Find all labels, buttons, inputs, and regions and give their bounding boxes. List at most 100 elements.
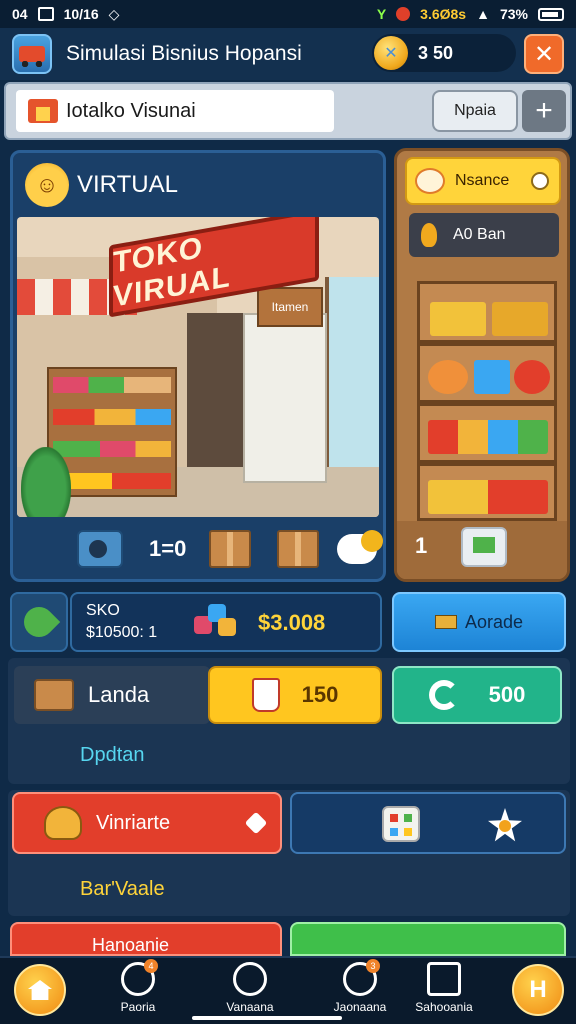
- wallet-icon: [34, 679, 74, 711]
- refresh-button[interactable]: 500: [392, 666, 562, 724]
- dice-icon: [382, 806, 420, 842]
- heart-icon: [244, 811, 268, 835]
- bar-icon: [434, 615, 457, 629]
- side-shop-panel[interactable]: Nsance A0 Ban 1: [394, 148, 570, 582]
- upgrade-label: Aorade: [464, 611, 524, 632]
- machine-slot[interactable]: [77, 527, 123, 571]
- revenue-box: SKO $10500: 1 $3.008: [70, 592, 382, 652]
- cup-icon: [251, 678, 280, 712]
- store-footer: 1=0: [13, 523, 383, 579]
- nav-item-2[interactable]: Vanaana: [210, 962, 290, 1014]
- status-left-text: 04: [12, 6, 28, 22]
- box-icon: [209, 530, 251, 568]
- taco-icon: [44, 806, 82, 840]
- revenue-value: $3.008: [258, 610, 326, 635]
- box-slot-2[interactable]: [277, 527, 319, 571]
- store-scene[interactable]: Itamen TOKO VIRUAL: [17, 217, 379, 517]
- store-door: [187, 313, 247, 493]
- status-bar: 04 10/16 ◇ Y 3.6Ø8s ▲ 73%: [0, 0, 576, 28]
- menu-button[interactable]: H: [512, 964, 564, 1016]
- value-link[interactable]: Bar'Vaale: [80, 878, 165, 901]
- nav-item-3[interactable]: 3 Jaonaana: [320, 959, 400, 1014]
- search-value: Iotalko Visunai: [66, 99, 196, 122]
- revenue-label: SKO: [86, 602, 120, 619]
- clock-icon: 3: [343, 959, 380, 996]
- check-icon: [531, 172, 549, 190]
- pizza-icon: [415, 168, 445, 194]
- house-icon: [28, 980, 52, 1000]
- nav-label-1: Paoria: [120, 1000, 156, 1014]
- star-icon: [488, 808, 522, 842]
- gear-icon: 4: [121, 959, 158, 996]
- search-button[interactable]: Npaia: [432, 90, 518, 132]
- status-date: 10/16: [63, 6, 99, 22]
- app-logo: [12, 34, 52, 74]
- coin-icon: ✕: [374, 36, 408, 70]
- close-button[interactable]: ✕: [524, 34, 564, 74]
- bank-section: Landa 150 500 Dpdtan: [8, 658, 570, 784]
- collect-coin-slot[interactable]: [337, 527, 383, 571]
- network-speed: 3.6Ø8s: [420, 6, 467, 22]
- revenue-subvalue: $10500: 1: [86, 624, 158, 641]
- clover-button[interactable]: [10, 592, 68, 652]
- buy-drink-button[interactable]: 150: [208, 666, 382, 724]
- box-slot-1[interactable]: [209, 527, 251, 571]
- side-sub-label: A0 Ban: [453, 226, 506, 243]
- record-icon: [396, 7, 411, 21]
- battery-percent: 73%: [499, 6, 528, 22]
- search-person-icon: [233, 962, 267, 996]
- notification-icon: [37, 7, 54, 21]
- add-button[interactable]: +: [522, 90, 566, 132]
- wifi-hotspot-icon: ◇: [108, 5, 120, 22]
- counter-value: 1=0: [149, 536, 187, 561]
- variant-label: Vinriarte: [96, 811, 171, 834]
- home-indicator: [192, 1016, 342, 1020]
- store-title: VIRTUAL: [77, 171, 178, 198]
- truck-icon: [19, 46, 45, 67]
- coin-value: 3 50: [418, 42, 454, 63]
- title-bar: Simulasi Bisnius Hopansi ✕ 3 50 ✕: [0, 28, 576, 80]
- battery-icon: [538, 7, 564, 21]
- flame-icon: [421, 223, 437, 247]
- nav-label-4: Sahooania: [415, 1000, 473, 1014]
- refresh-icon: [428, 680, 459, 710]
- nav-badge-1: 4: [144, 959, 158, 973]
- side-count: 1: [415, 533, 428, 558]
- computer-icon: [427, 962, 461, 996]
- bank-label: Landa: [88, 682, 150, 707]
- game-button[interactable]: [290, 792, 566, 854]
- side-shelf: [417, 281, 557, 521]
- home-button[interactable]: [14, 964, 66, 1016]
- side-sub-label-box: A0 Ban: [409, 213, 559, 257]
- update-link[interactable]: Dpdtan: [80, 744, 145, 767]
- store-sub-sign: Itamen: [257, 287, 323, 327]
- leaf-icon: [17, 600, 61, 644]
- bank-item[interactable]: Landa: [14, 666, 210, 724]
- signal-icon: ▲: [476, 6, 490, 22]
- partial-red-button[interactable]: Hanoanie: [10, 922, 282, 956]
- bottom-nav: 4 Paoria Vanaana 3 Jaonaana Sahooania H: [0, 956, 576, 1024]
- side-tag-label: Nsance: [455, 172, 510, 189]
- nav-item-4[interactable]: Sahooania: [404, 962, 484, 1014]
- hand-coin-icon: [337, 530, 383, 564]
- buy-drink-value: 150: [301, 682, 339, 707]
- gem-icon: [194, 604, 238, 640]
- store-counter: 1=0: [149, 527, 186, 571]
- store-window: [325, 277, 379, 477]
- side-footer: 1: [397, 521, 567, 579]
- nav-label-3: Jaonaana: [333, 1000, 387, 1014]
- store-panel[interactable]: ☺ VIRTUAL Itamen TOKO VIRUAL 1=0: [10, 150, 386, 582]
- search-input[interactable]: Iotalko Visunai: [16, 90, 334, 132]
- box-icon: [277, 530, 319, 568]
- store-header: ☺ VIRTUAL: [25, 163, 178, 207]
- nav-item-1[interactable]: 4 Paoria: [98, 959, 178, 1014]
- side-tag-button[interactable]: Nsance: [405, 157, 561, 205]
- cash-icon[interactable]: [461, 527, 507, 567]
- store-display-shelf: [243, 313, 327, 483]
- variant-button[interactable]: Vinriarte: [12, 792, 282, 854]
- upgrade-button[interactable]: Aorade: [392, 592, 566, 652]
- partial-green-button[interactable]: [290, 922, 566, 956]
- machine-icon: [77, 530, 123, 568]
- coin-balance[interactable]: ✕ 3 50: [372, 34, 516, 72]
- leaf-status-icon: Y: [376, 6, 387, 22]
